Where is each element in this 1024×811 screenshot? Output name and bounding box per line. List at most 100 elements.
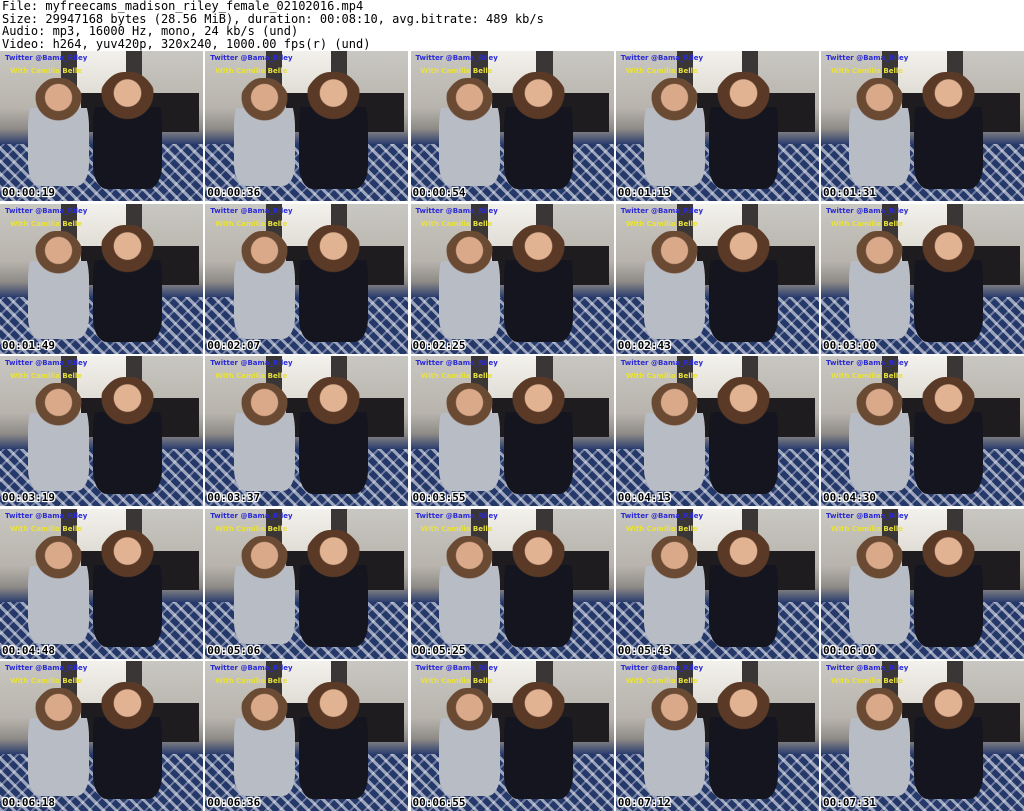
video-thumbnail: Twitter @Bama_Riley With Camilia Belle 00:…: [205, 203, 409, 354]
video-thumbnail: Twitter @Bama_Riley With Camilia Belle 00:…: [0, 508, 203, 659]
overlay-caption-with: With Camilia Belle: [420, 372, 493, 380]
thumbnail-timestamp: 00:02:07: [207, 338, 261, 352]
person-right: [503, 682, 573, 799]
person-left: [233, 383, 295, 491]
video-thumbnail: Twitter @Bama_Riley With Camilia Belle 00:…: [615, 203, 819, 354]
contact-sheet: File: myfreecams_madison_riley_female_02…: [0, 0, 1024, 811]
thumbnail-timestamp: 00:07:12: [617, 796, 671, 809]
video-thumbnail: Twitter @Bama_Riley With Camilia Belle 00:…: [821, 661, 1024, 811]
person-left: [233, 78, 295, 186]
overlay-caption-with: With Camilia Belle: [10, 67, 83, 75]
person-right: [709, 682, 779, 799]
overlay-caption-twitter: Twitter @Bama_Riley: [620, 359, 704, 367]
overlay-caption-twitter: Twitter @Bama_Riley: [826, 206, 909, 215]
person-right: [709, 529, 779, 647]
person-left: [849, 535, 911, 644]
thumbnail-timestamp: 00:03:55: [412, 491, 466, 504]
person-left: [438, 535, 500, 644]
video-thumbnail: Twitter @Bama_Riley With Camilia Belle 00:…: [410, 51, 614, 201]
person-right: [298, 377, 368, 494]
thumbnail-timestamp: 00:04:30: [823, 491, 876, 504]
overlay-caption-with: With Camilia Belle: [831, 677, 904, 685]
person-left: [644, 688, 706, 796]
thumbnail-timestamp: 00:05:25: [412, 643, 466, 657]
overlay-caption-with: With Camilia Belle: [831, 219, 904, 228]
overlay-caption-twitter: Twitter @Bama_Riley: [620, 54, 704, 62]
file-name-line: File: myfreecams_madison_riley_female_02…: [2, 0, 364, 13]
video-thumbnail: Twitter @Bama_Riley With Camilia Belle 00:…: [0, 661, 203, 811]
overlay-caption-with: With Camilia Belle: [625, 524, 698, 533]
overlay-caption-with: With Camilia Belle: [215, 524, 288, 533]
overlay-caption-twitter: Twitter @Bama_Riley: [620, 511, 704, 520]
thumbnail-timestamp: 00:03:19: [2, 491, 55, 504]
overlay-caption-with: With Camilia Belle: [420, 67, 493, 75]
video-thumbnail: Twitter @Bama_Riley With Camilia Belle 00:…: [821, 508, 1024, 659]
video-thumbnail: Twitter @Bama_Riley With Camilia Belle 00:…: [615, 661, 819, 811]
thumbnail-timestamp: 00:00:19: [2, 186, 55, 199]
video-thumbnail: Twitter @Bama_Riley With Camilia Belle 00:…: [205, 661, 409, 811]
person-left: [849, 78, 911, 186]
file-info: File: myfreecams_madison_riley_female_02…: [2, 0, 1002, 50]
person-left: [28, 688, 90, 796]
overlay-caption-with: With Camilia Belle: [625, 372, 698, 380]
overlay-caption-with: With Camilia Belle: [420, 219, 493, 228]
thumbnail-timestamp: 00:01:31: [823, 186, 876, 199]
video-thumbnail: Twitter @Bama_Riley With Camilia Belle 00:…: [0, 203, 203, 354]
person-left: [644, 78, 706, 186]
person-right: [93, 682, 163, 799]
person-right: [93, 377, 163, 494]
person-right: [298, 529, 368, 647]
overlay-caption-with: With Camilia Belle: [10, 677, 83, 685]
thumbnail-timestamp: 00:03:00: [823, 338, 876, 352]
overlay-caption-twitter: Twitter @Bama_Riley: [5, 511, 88, 520]
person-right: [503, 224, 573, 342]
overlay-caption-with: With Camilia Belle: [420, 524, 493, 533]
person-right: [503, 377, 573, 494]
video-thumbnail: Twitter @Bama_Riley With Camilia Belle 00:…: [410, 508, 614, 659]
overlay-caption-twitter: Twitter @Bama_Riley: [415, 511, 498, 520]
overlay-caption-twitter: Twitter @Bama_Riley: [210, 206, 293, 215]
overlay-caption-with: With Camilia Belle: [215, 219, 288, 228]
thumbnail-timestamp: 00:06:18: [2, 796, 55, 809]
overlay-caption-twitter: Twitter @Bama_Riley: [5, 54, 88, 62]
overlay-caption-with: With Camilia Belle: [420, 677, 493, 685]
person-left: [28, 383, 90, 491]
person-right: [914, 72, 984, 189]
overlay-caption-with: With Camilia Belle: [625, 677, 698, 685]
overlay-caption-with: With Camilia Belle: [625, 219, 698, 228]
person-left: [28, 230, 90, 339]
overlay-caption-twitter: Twitter @Bama_Riley: [415, 664, 498, 672]
video-thumbnail: Twitter @Bama_Riley With Camilia Belle 00:…: [205, 356, 409, 506]
thumbnail-timestamp: 00:04:48: [2, 643, 55, 657]
overlay-caption-twitter: Twitter @Bama_Riley: [620, 206, 704, 215]
thumbnail-timestamp: 00:05:43: [617, 643, 671, 657]
person-right: [503, 529, 573, 647]
person-right: [93, 224, 163, 342]
overlay-caption-twitter: Twitter @Bama_Riley: [826, 54, 909, 62]
video-info-line: Video: h264, yuv420p, 320x240, 1000.00 f…: [2, 36, 371, 51]
thumbnail-timestamp: 00:06:00: [823, 643, 876, 657]
person-right: [914, 529, 984, 647]
thumbnail-timestamp: 00:07:31: [823, 796, 876, 809]
thumbnail-timestamp: 00:06:36: [207, 796, 261, 809]
overlay-caption-twitter: Twitter @Bama_Riley: [210, 54, 293, 62]
thumbnail-timestamp: 00:00:54: [412, 186, 466, 199]
audio-info-line: Audio: mp3, 16000 Hz, mono, 24 kb/s (und…: [2, 24, 299, 39]
thumbnail-timestamp: 00:01:49: [2, 338, 55, 352]
video-thumbnail: Twitter @Bama_Riley With Camilia Belle 00:…: [821, 203, 1024, 354]
person-left: [233, 230, 295, 339]
person-right: [503, 72, 573, 189]
overlay-caption-twitter: Twitter @Bama_Riley: [5, 206, 88, 215]
overlay-caption-twitter: Twitter @Bama_Riley: [826, 511, 909, 520]
overlay-caption-twitter: Twitter @Bama_Riley: [826, 664, 909, 672]
video-thumbnail: Twitter @Bama_Riley With Camilia Belle 00:…: [615, 356, 819, 506]
thumbnail-timestamp: 00:02:43: [617, 338, 671, 352]
person-left: [28, 78, 90, 186]
thumbnail-timestamp: 00:04:13: [617, 491, 671, 504]
overlay-caption-twitter: Twitter @Bama_Riley: [5, 359, 88, 367]
overlay-caption-twitter: Twitter @Bama_Riley: [210, 359, 293, 367]
person-left: [438, 383, 500, 491]
thumbnail-timestamp: 00:05:06: [207, 643, 261, 657]
video-thumbnail: Twitter @Bama_Riley With Camilia Belle 00:…: [821, 356, 1024, 506]
overlay-caption-twitter: Twitter @Bama_Riley: [210, 664, 293, 672]
